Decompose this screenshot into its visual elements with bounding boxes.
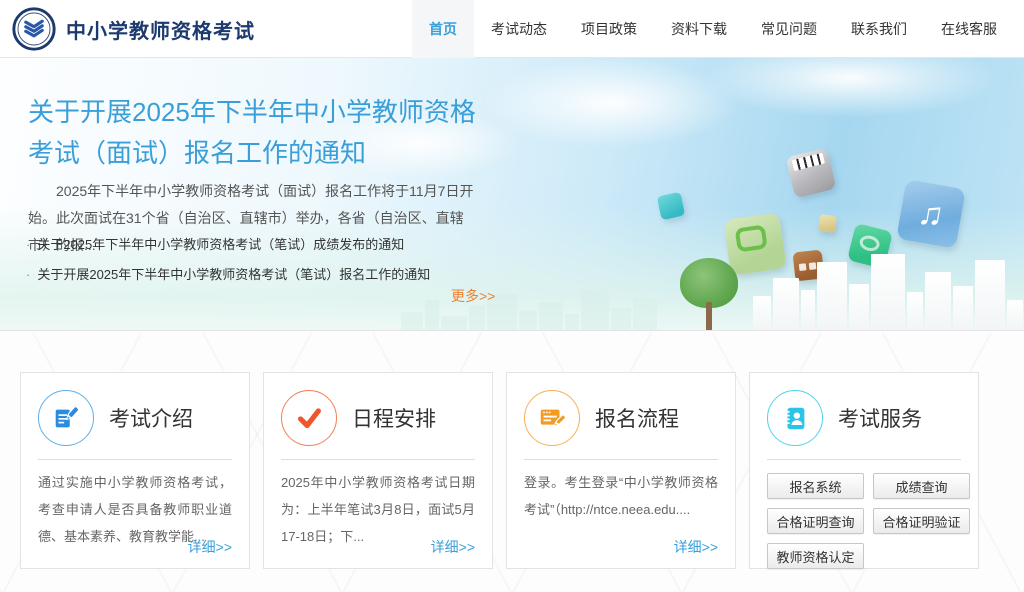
score-query-button[interactable]: 成绩查询 xyxy=(873,473,970,499)
bullet-dot: · xyxy=(26,267,31,282)
bullet-dot: · xyxy=(26,237,31,252)
card-schedule: 日程安排 2025年中小学教师资格考试日期为：上半年笔试3月8日，面试5月17-… xyxy=(263,372,493,569)
divider xyxy=(524,459,718,460)
hero-notice-title[interactable]: 关于开展2025年下半年中小学教师资格考试（面试）报名工作的通知 xyxy=(28,92,488,174)
checkmark-icon xyxy=(281,390,337,446)
nav-item-contact[interactable]: 联系我们 xyxy=(834,0,924,58)
card-exam-services: 考试服务 报名系统 成绩查询 合格证明查询 合格证明验证 教师资格认定 xyxy=(749,372,979,569)
card-title: 考试介绍 xyxy=(109,408,193,431)
card-title: 报名流程 xyxy=(595,408,679,431)
site-logo[interactable]: 中小学教师资格考试 xyxy=(12,0,255,58)
teacher-certification-button[interactable]: 教师资格认定 xyxy=(767,543,864,569)
city-skyline-mint xyxy=(400,290,658,330)
card-head: 日程安排 xyxy=(281,373,475,446)
signup-system-button[interactable]: 报名系统 xyxy=(767,473,864,499)
card-registration-flow: 报名流程 登录。考生登录“中小学教师资格考试”（http://ntce.neea… xyxy=(506,372,736,569)
city-skyline xyxy=(752,254,1024,330)
news-link[interactable]: · 关于开展2025年下半年中小学教师资格考试（笔试）报名工作的通知 xyxy=(26,260,430,290)
piano-cube-decoration xyxy=(785,147,837,199)
more-link[interactable]: 更多>> xyxy=(451,286,495,306)
certificate-query-button[interactable]: 合格证明查询 xyxy=(767,508,864,534)
document-pen-icon xyxy=(38,390,94,446)
form-pencil-icon xyxy=(524,390,580,446)
page: 中小学教师资格考试 首页 考试动态 项目政策 资料下载 常见问题 联系我们 在线… xyxy=(0,0,1024,592)
yellow-cube-decoration xyxy=(817,213,838,234)
site-seal-icon xyxy=(12,7,56,51)
divider xyxy=(38,459,232,460)
teal-cube-decoration xyxy=(656,191,686,221)
nav-item-downloads[interactable]: 资料下载 xyxy=(654,0,744,58)
site-title: 中小学教师资格考试 xyxy=(66,20,255,43)
detail-link[interactable]: 详细>> xyxy=(674,537,718,557)
nav-item-news[interactable]: 考试动态 xyxy=(474,0,564,58)
tree-illustration xyxy=(680,258,740,330)
music-note-cube-decoration: ♫ xyxy=(896,179,966,249)
card-text: 登录。考生登录“中小学教师资格考试”（http://ntce.neea.edu.… xyxy=(524,475,718,517)
card-head: 考试服务 xyxy=(767,373,961,446)
nav-item-faq[interactable]: 常见问题 xyxy=(744,0,834,58)
header: 中小学教师资格考试 首页 考试动态 项目政策 资料下载 常见问题 联系我们 在线… xyxy=(0,0,1024,58)
service-buttons: 报名系统 成绩查询 合格证明查询 合格证明验证 教师资格认定 xyxy=(767,473,970,569)
main-nav: 首页 考试动态 项目政策 资料下载 常见问题 联系我们 在线客服 xyxy=(412,0,1014,58)
cloud-decoration xyxy=(700,58,1000,118)
card-head: 报名流程 xyxy=(524,373,718,446)
address-book-icon xyxy=(767,390,823,446)
news-link[interactable]: · 关于2025年下半年中小学教师资格考试（笔试）成绩发布的通知 xyxy=(26,230,430,260)
divider xyxy=(281,459,475,460)
certificate-verify-button[interactable]: 合格证明验证 xyxy=(873,508,970,534)
card-title: 日程安排 xyxy=(352,408,436,431)
card-title: 考试服务 xyxy=(838,408,922,431)
divider xyxy=(767,459,961,460)
detail-link[interactable]: 详细>> xyxy=(431,537,475,557)
cards-row: 考试介绍 通过实施中小学教师资格考试，考查申请人是否具备教师职业道德、基本素养、… xyxy=(20,372,979,569)
nav-item-home[interactable]: 首页 xyxy=(412,0,474,58)
news-list: · 关于2025年下半年中小学教师资格考试（笔试）成绩发布的通知 · 关于开展202… xyxy=(26,230,430,290)
hero-banner: ♫ 关于开展2025年下半年中小学教师资格考试（面试）报名工作的通知 2025年… xyxy=(0,58,1024,331)
detail-link[interactable]: 详细>> xyxy=(188,537,232,557)
card-exam-intro: 考试介绍 通过实施中小学教师资格考试，考查申请人是否具备教师职业道德、基本素养、… xyxy=(20,372,250,569)
main-section: 考试介绍 通过实施中小学教师资格考试，考查申请人是否具备教师职业道德、基本素养、… xyxy=(0,332,1024,592)
nav-item-policy[interactable]: 项目政策 xyxy=(564,0,654,58)
card-head: 考试介绍 xyxy=(38,373,232,446)
nav-item-support[interactable]: 在线客服 xyxy=(924,0,1014,58)
